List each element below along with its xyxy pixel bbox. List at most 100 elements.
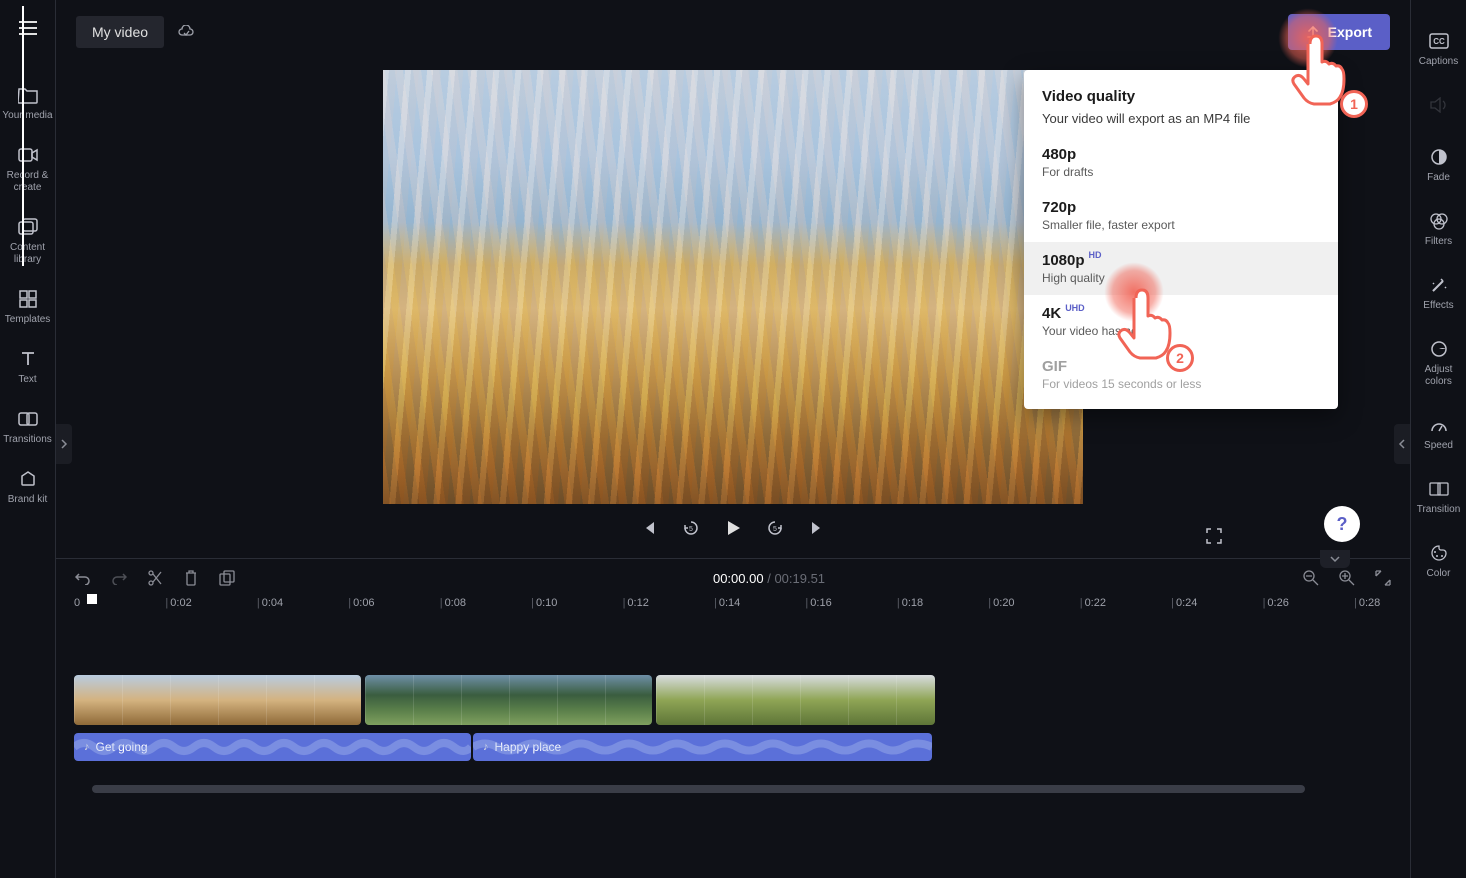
quality-option-4k[interactable]: 4K UHD Your video has no 4... (1024, 295, 1338, 348)
hamburger-menu[interactable] (10, 10, 46, 46)
sidebar-item-label: Fade (1427, 172, 1450, 184)
sidebar-item-filters[interactable]: Filters (1411, 200, 1466, 264)
svg-text:5: 5 (773, 526, 777, 533)
export-quality-popup: Video quality Your video will export as … (1024, 70, 1338, 409)
fade-icon (1428, 146, 1450, 168)
adjust-icon (1428, 338, 1450, 360)
ruler-tick: |0:10 (531, 597, 557, 609)
ruler-tick: |0:14 (714, 597, 740, 609)
sidebar-right: CC Captions Fade Filters Effects Adjust … (1410, 0, 1466, 878)
sidebar-item-brand-kit[interactable]: Brand kit (0, 460, 55, 520)
collapse-left-panel[interactable] (56, 424, 72, 464)
skip-start-icon[interactable] (639, 518, 659, 538)
sidebar-item-effects[interactable]: Effects (1411, 264, 1466, 328)
forward-5-icon[interactable]: 5 (765, 518, 785, 538)
skip-end-icon[interactable] (807, 518, 827, 538)
cloud-sync-icon[interactable] (176, 22, 196, 42)
preview-frame-image (383, 70, 1083, 504)
sidebar-item-templates[interactable]: Templates (0, 280, 55, 340)
undo-icon[interactable] (74, 569, 92, 587)
quality-option-720p[interactable]: 720p Smaller file, faster export (1024, 189, 1338, 242)
sidebar-item-record-create[interactable]: Record & create (0, 136, 55, 208)
upload-icon (1306, 25, 1320, 39)
playhead-line (22, 6, 24, 266)
timeline-tracks[interactable]: ♪ Get going ♪ Happy place (56, 625, 1410, 878)
sidebar-item-label: Effects (1423, 300, 1453, 312)
ruler-tick: |0:22 (1080, 597, 1106, 609)
sidebar-item-your-media[interactable]: Your media (0, 76, 55, 136)
expand-panel-toggle[interactable] (1320, 550, 1350, 568)
timeline-scrollbar[interactable] (92, 785, 1305, 793)
popup-title: Video quality (1024, 88, 1338, 111)
text-icon (17, 348, 39, 370)
hd-badge: HD (1089, 250, 1102, 260)
playhead[interactable] (87, 594, 97, 604)
topbar: My video Export (56, 0, 1410, 64)
fit-icon[interactable] (1374, 569, 1392, 587)
quality-option-480p[interactable]: 480p For drafts (1024, 136, 1338, 189)
ruler-tick: |0:06 (348, 597, 374, 609)
export-button-label: Export (1328, 24, 1372, 40)
sidebar-item-transition[interactable]: Transition (1411, 468, 1466, 532)
svg-text:5: 5 (689, 526, 693, 533)
audio-clip[interactable]: ♪ Happy place (473, 733, 932, 761)
timeline-area: 00:00.00 / 00:19.51 0|0:02|0:04|0:06|0:0… (56, 558, 1410, 878)
duplicate-icon[interactable] (218, 569, 236, 587)
sidebar-item-transitions[interactable]: Transitions (0, 400, 55, 460)
sidebar-item-label: Content library (2, 242, 53, 266)
sidebar-item-fade[interactable]: Fade (1411, 136, 1466, 200)
video-clip[interactable] (74, 675, 361, 725)
sidebar-item-label: Brand kit (8, 494, 47, 506)
speed-icon (1428, 414, 1450, 436)
redo-icon[interactable] (110, 569, 128, 587)
sidebar-item-audio[interactable] (1411, 84, 1466, 136)
timecode-current: 00:00.00 (713, 571, 764, 586)
effects-icon (1428, 274, 1450, 296)
ruler-tick: |0:04 (257, 597, 283, 609)
zoom-in-icon[interactable] (1338, 569, 1356, 587)
preview-canvas[interactable] (383, 70, 1083, 504)
ruler-tick: |0:24 (1171, 597, 1197, 609)
sidebar-item-adjust-colors[interactable]: Adjust colors (1411, 328, 1466, 404)
fullscreen-icon[interactable] (1204, 526, 1224, 546)
collapse-right-panel[interactable] (1394, 424, 1410, 464)
video-clip[interactable] (365, 675, 652, 725)
ruler-tick: |0:28 (1354, 597, 1380, 609)
rewind-5-icon[interactable]: 5 (681, 518, 701, 538)
split-icon[interactable] (146, 569, 164, 587)
transitions-icon (17, 408, 39, 430)
sidebar-item-captions[interactable]: CC Captions (1411, 20, 1466, 84)
ruler-tick: |0:16 (805, 597, 831, 609)
help-button[interactable]: ? (1324, 506, 1360, 542)
audio-track: ♪ Get going ♪ Happy place (74, 733, 1392, 761)
sidebar-item-label: Transitions (3, 434, 52, 446)
project-title[interactable]: My video (76, 16, 164, 48)
sidebar-item-label: Adjust colors (1413, 364, 1464, 388)
zoom-out-icon[interactable] (1302, 569, 1320, 587)
playback-controls: 5 5 (383, 518, 1083, 538)
timeline-toolbar: 00:00.00 / 00:19.51 (56, 559, 1410, 597)
sidebar-item-label: Speed (1424, 440, 1453, 452)
sidebar-item-color[interactable]: Color (1411, 532, 1466, 596)
sidebar-item-label: Record & create (2, 170, 53, 194)
sidebar-item-content-library[interactable]: Content library (0, 208, 55, 280)
audio-clip[interactable]: ♪ Get going (74, 733, 471, 761)
sidebar-item-label: Color (1427, 568, 1451, 580)
sidebar-item-text[interactable]: Text (0, 340, 55, 400)
timeline-ruler[interactable]: 0|0:02|0:04|0:06|0:08|0:10|0:12|0:14|0:1… (56, 597, 1410, 625)
filters-icon (1428, 210, 1450, 232)
quality-option-1080p[interactable]: 1080p HD High quality (1024, 242, 1338, 295)
sidebar-item-speed[interactable]: Speed (1411, 404, 1466, 468)
ruler-tick: |0:02 (165, 597, 191, 609)
brandkit-icon (17, 468, 39, 490)
ruler-tick: |0:18 (897, 597, 923, 609)
sidebar-item-label: Text (18, 374, 36, 386)
ruler-tick: |0:08 (440, 597, 466, 609)
play-icon[interactable] (723, 518, 743, 538)
video-clip[interactable] (656, 675, 935, 725)
delete-icon[interactable] (182, 569, 200, 587)
quality-option-gif[interactable]: GIF For videos 15 seconds or less (1024, 348, 1338, 401)
sidebar-item-label: Captions (1419, 56, 1458, 68)
export-button[interactable]: Export (1288, 14, 1390, 50)
library-icon (17, 216, 39, 238)
